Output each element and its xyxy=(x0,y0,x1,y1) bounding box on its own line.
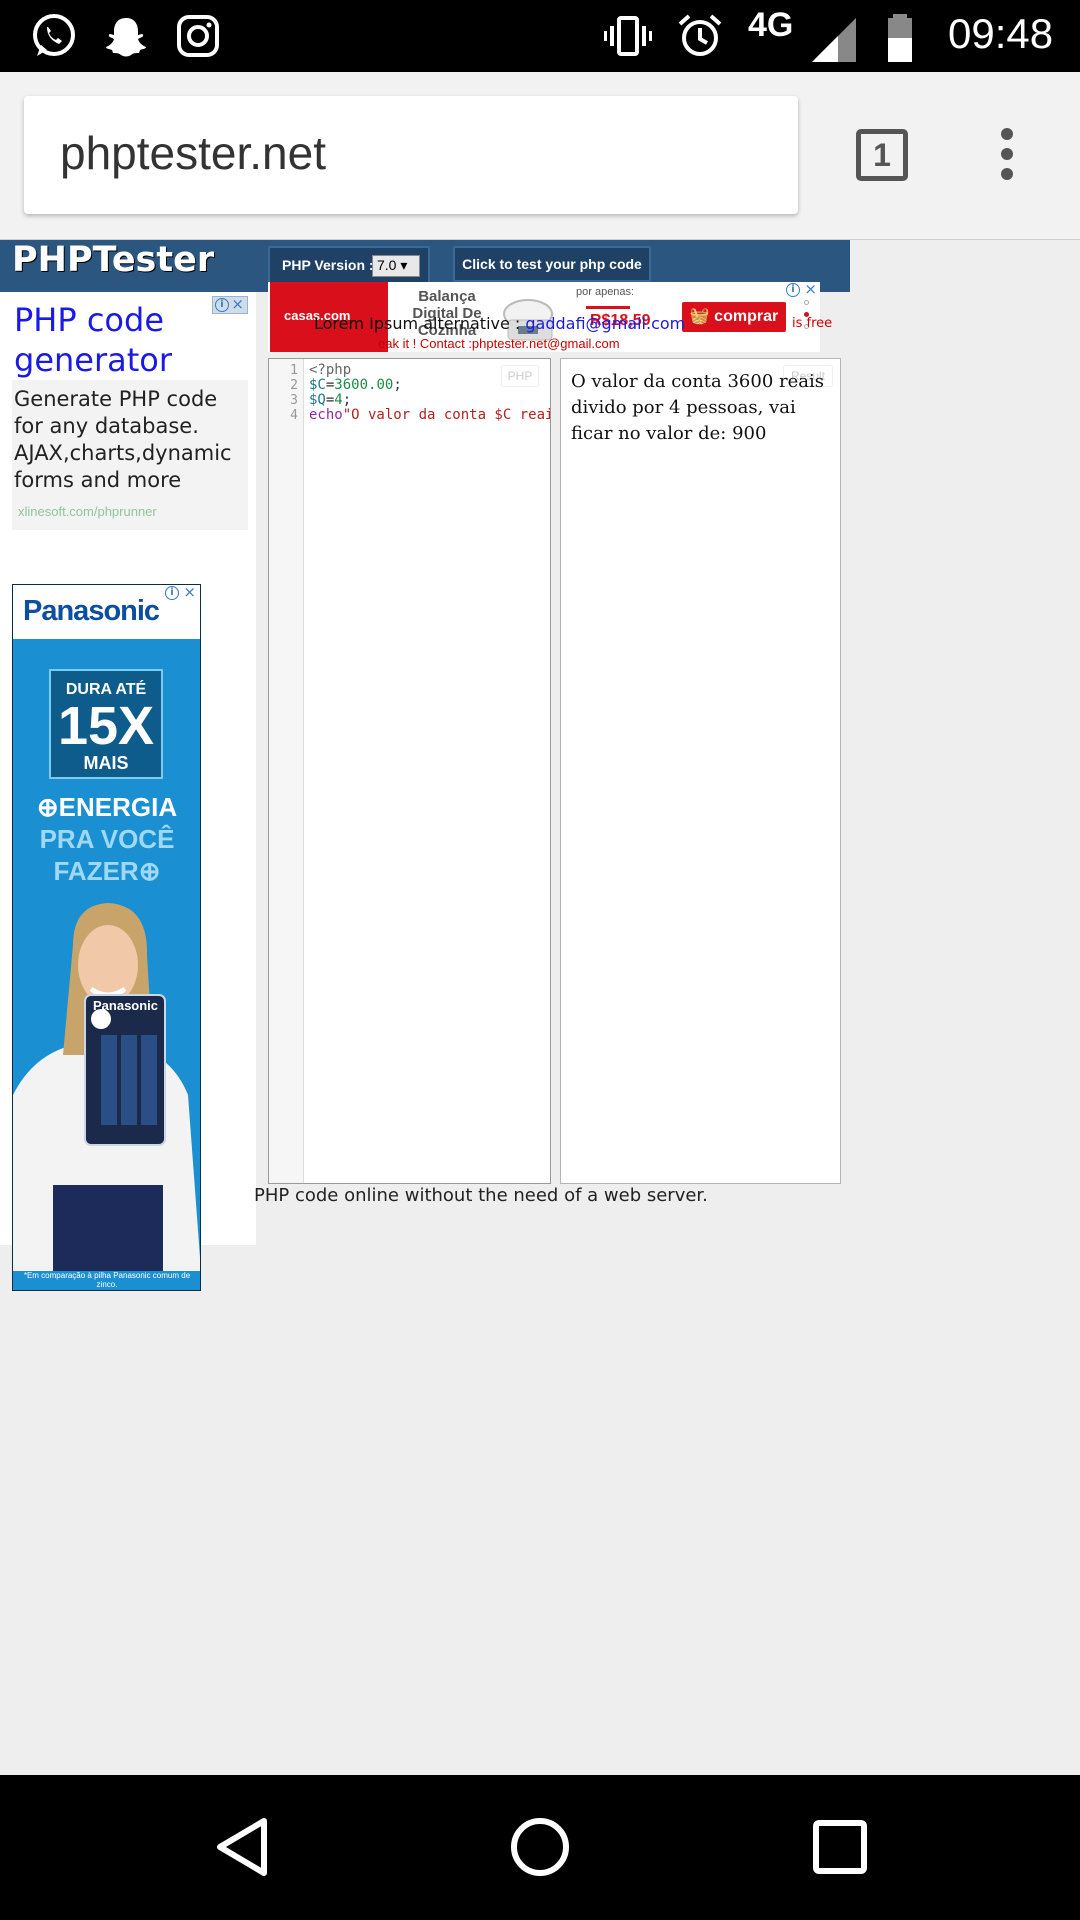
site-logo[interactable]: PHPTester xyxy=(12,240,214,280)
code-semicolon: ; xyxy=(393,377,402,393)
energy-line-2: PRA VOCÊ xyxy=(39,824,175,854)
ad-description: Generate PHP code for any database. AJAX… xyxy=(14,387,232,492)
dura-badge: DURA ATÉ 15X MAIS xyxy=(49,669,163,779)
code-string: "O valor da conta $C reais divido por 4 … xyxy=(342,407,550,423)
php-open-tag: <?php xyxy=(309,362,352,378)
alternative-notice: Lorem Ipsum alternative : gaddafi@gmail.… xyxy=(314,314,832,333)
snapchat-icon xyxy=(106,18,146,57)
navigation-bar xyxy=(0,1775,1080,1920)
line-number-gutter: 1 2 3 4 xyxy=(269,359,304,1183)
alarm-icon xyxy=(678,14,722,56)
contact-notice: eak it ! Contact :phptester.net@gmail.co… xyxy=(378,336,620,351)
battery-icon xyxy=(888,14,912,62)
vibrate-icon xyxy=(604,16,652,56)
banner-buy-label: comprar xyxy=(714,308,779,325)
code-variable: $C xyxy=(309,377,326,393)
line-number: 2 xyxy=(290,378,298,393)
alternative-email-link[interactable]: gaddafi@gmail.com xyxy=(525,314,685,333)
code-line-1[interactable]: <?php xyxy=(309,363,351,378)
code-editor[interactable]: 1 2 3 4 <?php $C=3600.00; $Q=4; echo"O v… xyxy=(268,358,551,1184)
code-semicolon: ; xyxy=(342,392,352,408)
result-output: O valor da conta 3600 reais divido por 4… xyxy=(571,371,824,444)
code-line-4[interactable]: echo"O valor da conta $C reais divido po… xyxy=(309,408,550,423)
banner-buy-button[interactable]: 🧺 comprar xyxy=(682,302,786,332)
kebab-menu-icon[interactable] xyxy=(996,124,1026,184)
panasonic-footnote: *Em comparação à pilha Panasonic comum d… xyxy=(23,1271,191,1289)
dura-bottom-text: MAIS xyxy=(83,753,129,773)
banner-price-strike xyxy=(586,306,630,309)
test-code-button[interactable]: Click to test your php code xyxy=(453,246,651,282)
php-version-control: PHP Version : 7.0 ▾ xyxy=(268,246,430,284)
browser-toolbar: phptester.net 1 xyxy=(0,72,1080,240)
code-line-3[interactable]: $Q=4; xyxy=(309,393,351,408)
tab-switcher-button[interactable]: 1 xyxy=(856,129,908,181)
network-type: 4G xyxy=(748,6,794,44)
result-panel: Result O valor da conta 3600 reais divid… xyxy=(560,358,841,1184)
line-number: 4 xyxy=(290,408,298,423)
panasonic-logo: Panasonic xyxy=(23,595,160,627)
panasonic-logo-box: Panasonic i × xyxy=(13,585,200,639)
recents-icon[interactable] xyxy=(792,1799,888,1895)
alternative-label: Lorem Ipsum alternative : xyxy=(314,314,526,333)
line-number: 1 xyxy=(290,363,298,378)
svg-text:Panasonic: Panasonic xyxy=(93,998,158,1013)
ad-description-box[interactable]: Generate PHP code for any database. AJAX… xyxy=(12,380,248,530)
site-tagline: PHP code online without the need of a we… xyxy=(254,1185,708,1206)
address-bar[interactable]: phptester.net xyxy=(24,96,798,214)
signal-icon xyxy=(812,18,856,62)
basket-icon: 🧺 xyxy=(689,308,715,325)
dura-big-text: 15X xyxy=(57,696,155,756)
line-number: 3 xyxy=(290,393,298,408)
url-text[interactable]: phptester.net xyxy=(60,126,326,180)
code-line-2[interactable]: $C=3600.00; xyxy=(309,378,402,393)
editor-mode-label: PHP xyxy=(501,365,539,387)
energy-slogan: ⊕ENERGIA PRA VOCÊ FAZER⊕ xyxy=(13,791,200,887)
adchoices-icon[interactable]: i × xyxy=(784,282,820,300)
adchoices-icon[interactable]: i × xyxy=(163,585,199,603)
banner-por-apenas: por apenas: xyxy=(576,286,635,298)
energy-line-3: FAZER⊕ xyxy=(53,856,161,886)
ad-url[interactable]: xlinesoft.com/phprunner xyxy=(18,504,157,519)
ad-headline[interactable]: PHP code generator xyxy=(14,300,244,380)
php-version-label: PHP Version : xyxy=(282,257,374,273)
code-number: 4 xyxy=(334,392,343,408)
php-version-select[interactable]: 7.0 ▾ xyxy=(372,255,420,277)
code-variable: $Q xyxy=(309,392,326,408)
status-bar: 4G 09:48 xyxy=(0,0,1080,72)
home-icon[interactable] xyxy=(492,1799,588,1895)
model-photo-image: Panasonic xyxy=(13,885,200,1271)
clock: 09:48 xyxy=(948,10,1054,57)
code-editor-viewport: 1 2 3 4 <?php $C=3600.00; $Q=4; echo"O v… xyxy=(269,359,550,1183)
code-number: 3600.00 xyxy=(334,377,394,393)
left-ad-column: i × PHP code generator Generate PHP code … xyxy=(0,292,256,1291)
code-keyword: echo xyxy=(309,407,343,423)
web-content: PHPTester PHP Version : 7.0 ▾ Click to t… xyxy=(0,240,1080,1775)
back-icon[interactable] xyxy=(192,1799,288,1895)
free-notice: is free xyxy=(792,316,833,331)
instagram-icon xyxy=(177,15,219,57)
panasonic-ad[interactable]: Panasonic i × DURA ATÉ 15X MAIS ⊕ENERGIA … xyxy=(12,584,201,1291)
whatsapp-icon xyxy=(33,14,75,56)
energy-line-1: ⊕ENERGIA xyxy=(36,792,178,822)
